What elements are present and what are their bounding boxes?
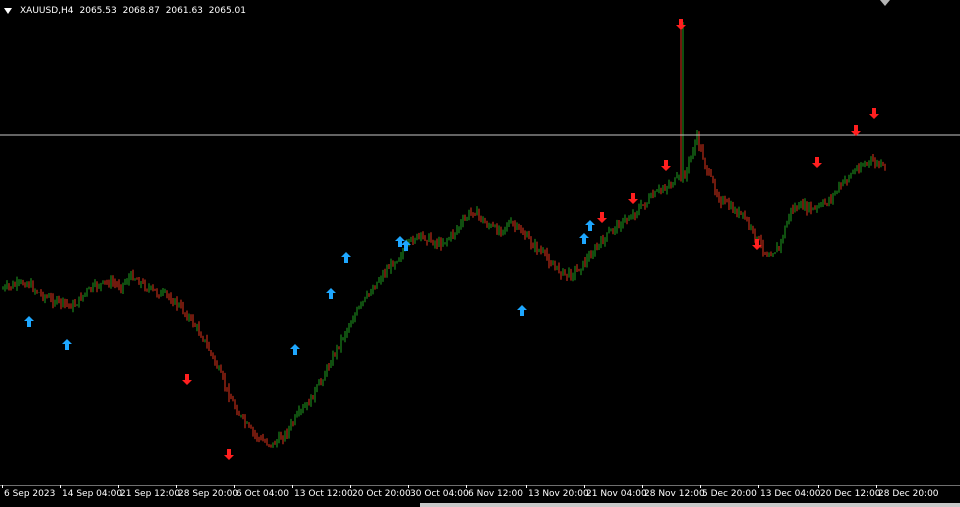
ohlc-values: 2065.53 2068.87 2061.63 2065.01 xyxy=(80,6,250,16)
bottom-scrollbar[interactable] xyxy=(420,503,960,507)
time-tick-mark xyxy=(466,485,467,488)
time-tick-mark xyxy=(60,485,61,488)
buy-signal-arrow-icon xyxy=(517,305,527,316)
time-tick-label: 5 Dec 20:00 xyxy=(702,489,757,499)
time-tick-mark xyxy=(118,485,119,488)
time-tick-label: 13 Nov 20:00 xyxy=(528,489,589,499)
sell-signal-arrow-icon xyxy=(812,157,822,168)
buy-signal-arrow-icon xyxy=(326,288,336,299)
chart-window[interactable]: XAUUSD,H4 2065.53 2068.87 2061.63 2065.0… xyxy=(0,0,960,507)
price-plot[interactable] xyxy=(0,0,960,485)
time-tick-label: 20 Dec 12:00 xyxy=(820,489,881,499)
time-tick-mark xyxy=(176,485,177,488)
time-tick-label: 21 Nov 04:00 xyxy=(586,489,647,499)
time-tick-label: 28 Sep 20:00 xyxy=(178,489,239,499)
sell-signal-arrow-icon xyxy=(851,125,861,136)
sell-signal-arrow-icon xyxy=(676,19,686,30)
low-value: 2061.63 xyxy=(165,6,203,16)
time-tick-label: 13 Dec 04:00 xyxy=(760,489,821,499)
buy-signal-arrow-icon xyxy=(62,339,72,350)
time-tick-mark xyxy=(408,485,409,488)
buy-signal-arrow-icon xyxy=(585,220,595,231)
time-tick-label: 14 Sep 04:00 xyxy=(62,489,123,499)
time-tick-mark xyxy=(292,485,293,488)
time-tick-mark xyxy=(642,485,643,488)
buy-signal-arrow-icon xyxy=(579,233,589,244)
time-axis-line xyxy=(0,485,960,486)
candles-layer xyxy=(2,22,886,448)
open-value: 2065.53 xyxy=(79,6,117,16)
time-tick-label: 6 Nov 12:00 xyxy=(468,489,523,499)
time-tick-mark xyxy=(350,485,351,488)
chart-shift-icon[interactable] xyxy=(880,0,890,6)
time-tick-mark xyxy=(526,485,527,488)
sell-signal-arrow-icon xyxy=(224,449,234,460)
close-value: 2065.01 xyxy=(208,6,246,16)
time-tick-mark xyxy=(818,485,819,488)
high-value: 2068.87 xyxy=(122,6,160,16)
time-tick-label: 21 Sep 12:00 xyxy=(120,489,181,499)
time-tick-mark xyxy=(2,485,3,488)
time-tick-mark xyxy=(758,485,759,488)
time-tick-label: 28 Dec 20:00 xyxy=(878,489,939,499)
sell-signal-arrow-icon xyxy=(628,193,638,204)
time-tick-mark xyxy=(234,485,235,488)
buy-signal-arrow-icon xyxy=(341,252,351,263)
time-tick-label: 30 Oct 04:00 xyxy=(410,489,469,499)
time-tick-label: 6 Oct 04:00 xyxy=(236,489,289,499)
symbol-menu-icon[interactable] xyxy=(4,8,12,14)
time-tick-label: 13 Oct 12:00 xyxy=(294,489,353,499)
time-tick-label: 28 Nov 12:00 xyxy=(644,489,705,499)
sell-signal-arrow-icon xyxy=(869,108,879,119)
time-tick-mark xyxy=(876,485,877,488)
buy-signal-arrow-icon xyxy=(395,236,405,247)
sell-signal-arrow-icon xyxy=(661,160,671,171)
time-tick-label: 20 Oct 20:00 xyxy=(352,489,411,499)
time-tick-mark xyxy=(584,485,585,488)
buy-signal-arrow-icon xyxy=(24,316,34,327)
buy-signal-arrow-icon xyxy=(290,344,300,355)
sell-signal-arrow-icon xyxy=(182,374,192,385)
sell-signal-arrow-icon xyxy=(597,212,607,223)
time-tick-label: 6 Sep 2023 xyxy=(4,489,56,499)
chart-header: XAUUSD,H4 2065.53 2068.87 2061.63 2065.0… xyxy=(4,4,249,18)
time-tick-mark xyxy=(700,485,701,488)
symbol-label: XAUUSD,H4 xyxy=(20,6,74,16)
